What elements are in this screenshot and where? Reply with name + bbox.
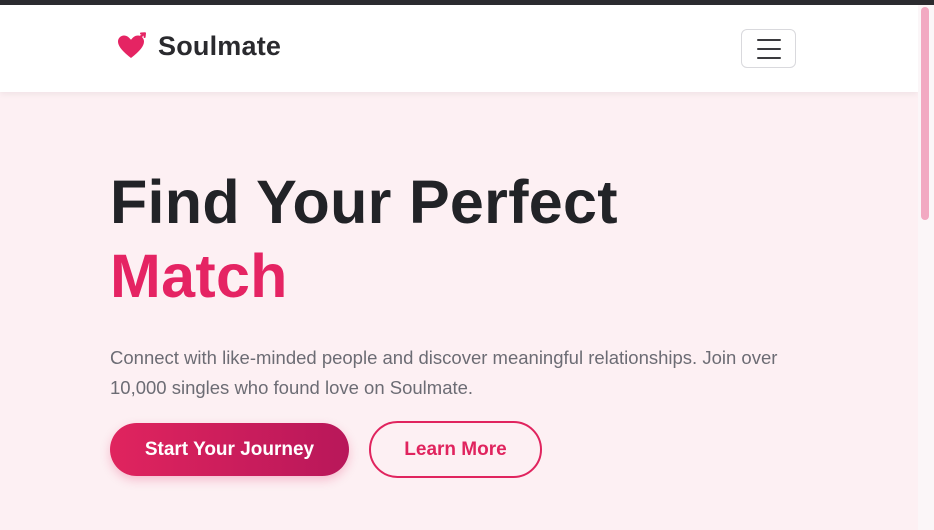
brand-link[interactable]: Soulmate bbox=[116, 31, 281, 62]
page-scrollbar[interactable] bbox=[918, 5, 934, 530]
start-journey-button[interactable]: Start Your Journey bbox=[110, 423, 349, 476]
heart-arrow-icon bbox=[118, 31, 146, 58]
hero-title-line: Find Your Perfect bbox=[110, 168, 618, 236]
navbar-toggler-button[interactable] bbox=[741, 29, 796, 68]
scrollbar-thumb[interactable] bbox=[921, 7, 929, 220]
hero-actions: Start Your Journey Learn More bbox=[110, 421, 542, 478]
learn-more-button[interactable]: Learn More bbox=[369, 421, 542, 478]
hero-title-accent: Match bbox=[110, 242, 288, 310]
hero-title: Find Your Perfect Match bbox=[110, 165, 830, 313]
hero-description: Connect with like-minded people and disc… bbox=[110, 347, 778, 398]
brand-name: Soulmate bbox=[158, 31, 282, 61]
page-viewport: Soulmate Find Your Perfect Match Connect… bbox=[0, 5, 918, 530]
hamburger-menu-icon-bar bbox=[756, 56, 781, 59]
hero-section: Find Your Perfect Match Connect with lik… bbox=[110, 165, 830, 403]
navbar: Soulmate bbox=[0, 5, 918, 92]
hamburger-menu-icon-bar bbox=[756, 47, 781, 50]
hamburger-menu-icon bbox=[756, 38, 781, 41]
